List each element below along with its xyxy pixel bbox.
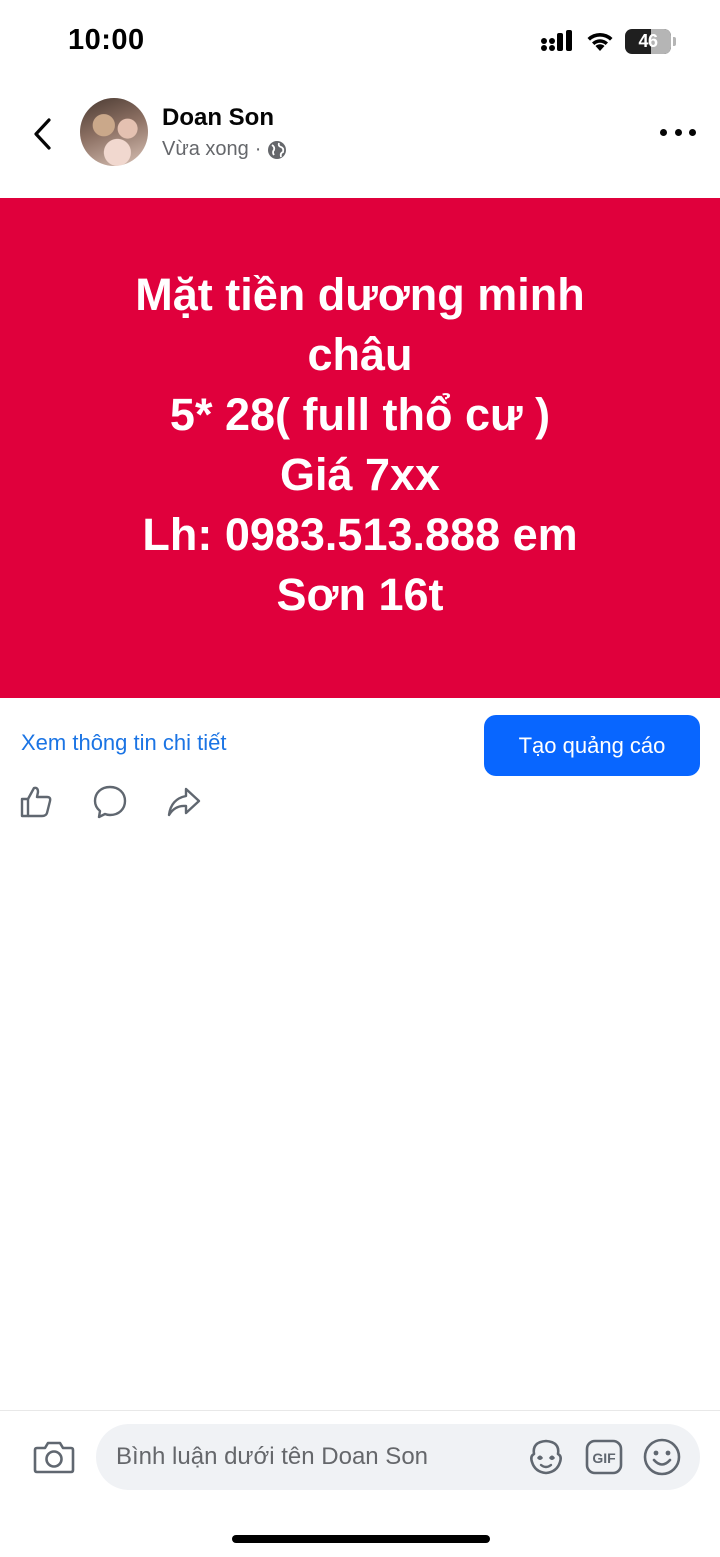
create-ad-button[interactable]: Tạo quảng cáo bbox=[484, 715, 700, 776]
wifi-icon bbox=[587, 32, 613, 51]
more-options-button[interactable] bbox=[660, 122, 696, 142]
avatar[interactable] bbox=[80, 98, 148, 166]
svg-text:GIF: GIF bbox=[592, 1450, 616, 1466]
emoji-button[interactable] bbox=[642, 1437, 682, 1477]
comment-input-container: GIF bbox=[96, 1424, 700, 1490]
status-bar: 10:00 46 bbox=[0, 0, 720, 84]
battery-level: 46 bbox=[638, 30, 658, 51]
see-details-link[interactable]: Xem thông tin chi tiết bbox=[21, 730, 226, 756]
like-button[interactable] bbox=[18, 782, 54, 822]
share-icon bbox=[167, 787, 201, 817]
post-timestamp: Vừa xong bbox=[162, 138, 249, 160]
post-banner[interactable]: Mặt tiền dương minh châu 5* 28( full thổ… bbox=[0, 198, 720, 698]
comment-button[interactable] bbox=[92, 782, 128, 822]
battery-cap bbox=[673, 36, 676, 46]
comment-input[interactable] bbox=[96, 1424, 526, 1490]
dot-icon bbox=[674, 128, 682, 136]
meta-separator: · bbox=[254, 138, 262, 160]
chevron-left-icon bbox=[34, 118, 51, 150]
dot-icon bbox=[689, 128, 696, 136]
avatar-sticker-icon bbox=[530, 1439, 562, 1475]
gif-icon: GIF bbox=[585, 1439, 623, 1475]
reaction-bar bbox=[18, 782, 202, 822]
camera-icon bbox=[33, 1441, 75, 1474]
comment-input-icons: GIF bbox=[526, 1437, 700, 1477]
camera-button[interactable] bbox=[30, 1435, 78, 1479]
signal-icon bbox=[541, 30, 572, 51]
home-indicator bbox=[232, 1535, 490, 1543]
author-name[interactable]: Doan Son bbox=[162, 104, 274, 132]
banner-text: Mặt tiền dương minh châu 5* 28( full thổ… bbox=[135, 269, 585, 620]
battery-icon: 46 bbox=[625, 28, 671, 54]
status-icons: 46 bbox=[541, 26, 676, 56]
dot-icon bbox=[660, 128, 667, 136]
comment-icon bbox=[93, 785, 127, 819]
like-icon bbox=[20, 786, 52, 818]
globe-icon bbox=[268, 140, 287, 159]
emoji-icon bbox=[643, 1438, 681, 1476]
post-meta: Vừa xong · bbox=[162, 138, 287, 161]
post-header: Doan Son Vừa xong · bbox=[0, 84, 720, 188]
status-time: 10:00 bbox=[68, 24, 145, 56]
post-detail-screen: 10:00 46 Doan Son Vừa xong · Mặt tiền dư… bbox=[0, 0, 720, 1557]
share-button[interactable] bbox=[166, 782, 202, 822]
back-button[interactable] bbox=[22, 114, 62, 154]
gif-button[interactable]: GIF bbox=[584, 1437, 624, 1477]
avatar-sticker-button[interactable] bbox=[526, 1437, 566, 1477]
